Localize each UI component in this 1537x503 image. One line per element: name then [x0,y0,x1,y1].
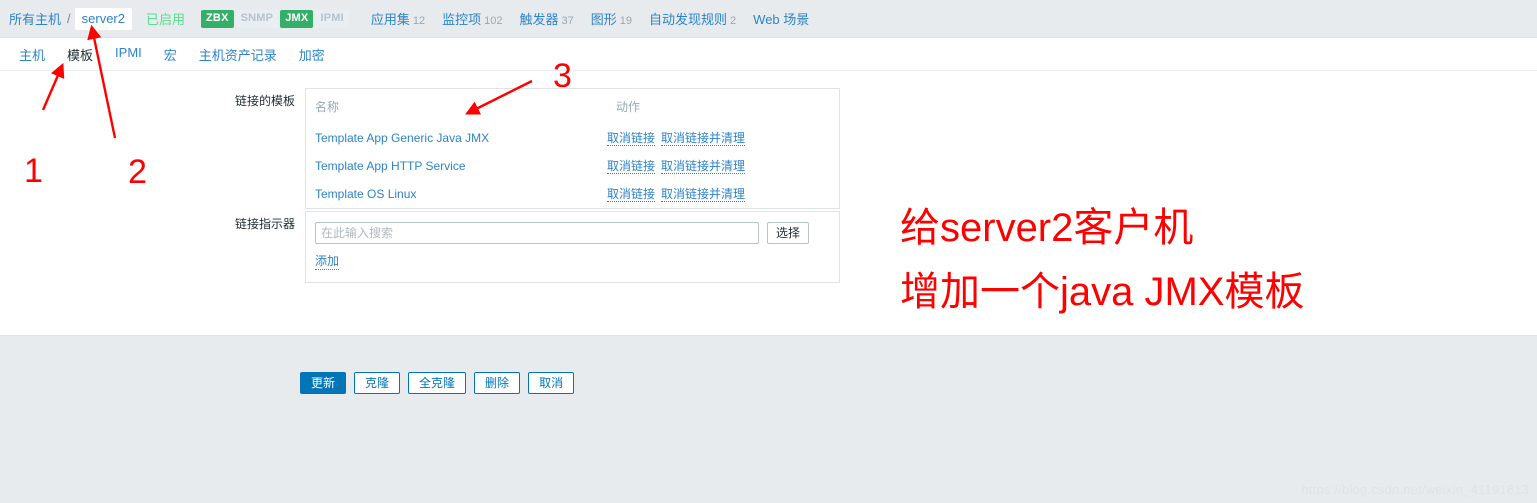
nav-items-label[interactable]: 监控项 [442,12,481,27]
tab-ipmi[interactable]: IPMI [104,38,153,69]
nav-web-scenarios-label[interactable]: Web 场景 [753,12,809,27]
template-link-generic-java-jmx[interactable]: Template App Generic Java JMX [315,131,489,145]
link-indicator-box: 选择 添加 [305,211,840,283]
linked-templates-table: 名称 动作 Template App Generic Java JMX 取消链接… [306,89,839,208]
annotation-note-line-1: 给server2客户机 [900,206,1194,250]
unlink-link[interactable]: 取消链接 [607,131,656,146]
badge-snmp[interactable]: SNMP [235,9,279,28]
delete-button[interactable]: 删除 [474,372,521,394]
tab-encryption[interactable]: 加密 [288,38,336,73]
template-actions-cell: 取消链接 取消链接并清理 [607,152,839,180]
table-row: Template App Generic Java JMX 取消链接 取消链接并清… [306,124,839,152]
template-link-os-linux[interactable]: Template OS Linux [315,187,416,201]
link-indicator-row: 链接指示器 选择 添加 [220,211,840,283]
unlink-and-clear-link[interactable]: 取消链接并清理 [661,131,746,146]
nav-graphs-count: 19 [619,15,633,27]
template-name-cell: Template App Generic Java JMX [306,124,607,152]
template-form-panel: 链接的模板 名称 动作 Template App Generic Java JM… [0,71,1537,394]
tab-macros[interactable]: 宏 [153,38,188,73]
select-button[interactable]: 选择 [767,222,809,244]
nav-discovery-rules[interactable]: 自动发现规则 2 [649,9,736,28]
column-header-action: 动作 [616,100,641,114]
badge-ipmi[interactable]: IPMI [315,9,349,28]
nav-graphs-label[interactable]: 图形 [591,12,617,27]
host-config-tabs: 主机 模板 IPMI 宏 主机资产记录 加密 [0,38,1537,74]
nav-triggers-label[interactable]: 触发器 [520,12,559,27]
linked-templates-box: 名称 动作 Template App Generic Java JMX 取消链接… [305,88,840,209]
unlink-link[interactable]: 取消链接 [607,187,656,202]
form-action-buttons: 更新 克隆 全克隆 删除 取消 [300,372,575,394]
linked-templates-label: 链接的模板 [234,94,295,108]
table-header-row: 名称 动作 [306,89,839,124]
nav-items[interactable]: 监控项 102 [442,9,502,28]
host-interface-badges: ZBX SNMP JMX IPMI [201,9,349,28]
add-link[interactable]: 添加 [315,252,340,270]
table-row: Template OS Linux 取消链接 取消链接并清理 [306,180,839,208]
nav-applications[interactable]: 应用集 12 [371,9,425,28]
host-status-badge: 已启用 [146,12,186,27]
tab-inventory[interactable]: 主机资产记录 [188,38,288,73]
unlink-and-clear-link[interactable]: 取消链接并清理 [661,187,746,202]
template-search-input[interactable] [315,222,759,244]
template-actions-cell: 取消链接 取消链接并清理 [607,180,839,208]
badge-zbx[interactable]: ZBX [201,9,234,28]
tab-host[interactable]: 主机 [8,38,56,73]
unlink-link[interactable]: 取消链接 [607,159,656,174]
update-button[interactable]: 更新 [300,372,347,394]
template-name-cell: Template OS Linux [306,180,607,208]
cancel-button[interactable]: 取消 [528,372,575,394]
full-clone-button[interactable]: 全克隆 [408,372,467,394]
table-row: Template App HTTP Service 取消链接 取消链接并清理 [306,152,839,180]
template-actions-cell: 取消链接 取消链接并清理 [607,124,839,152]
annotation-marker-2: 2 [128,153,147,191]
template-name-cell: Template App HTTP Service [306,152,607,180]
template-search-row: 选择 [306,212,839,244]
nav-applications-label[interactable]: 应用集 [371,12,410,27]
nav-items-count: 102 [484,15,503,27]
annotation-marker-1: 1 [24,152,43,190]
nav-triggers[interactable]: 触发器 37 [520,9,574,28]
linked-templates-row: 链接的模板 名称 动作 Template App Generic Java JM… [220,88,840,209]
link-indicator-label: 链接指示器 [234,217,295,231]
badge-jmx[interactable]: JMX [280,9,314,28]
unlink-and-clear-link[interactable]: 取消链接并清理 [661,159,746,174]
template-link-http-service[interactable]: Template App HTTP Service [315,159,466,173]
breadcrumb-separator: / [67,11,71,26]
host-header-bar: 所有主机 / server2 已启用 ZBX SNMP JMX IPMI 应用集… [0,0,1537,38]
nav-web-scenarios[interactable]: Web 场景 [753,9,809,28]
nav-graphs[interactable]: 图形 19 [591,9,632,28]
nav-triggers-count: 37 [561,15,574,27]
annotation-marker-3: 3 [553,57,572,95]
host-nav-links: 应用集 12 监控项 102 触发器 37 图形 19 自动发现规则 2 Web 场景 [371,9,809,28]
breadcrumb-all-hosts[interactable]: 所有主机 [6,9,64,28]
nav-applications-count: 12 [412,15,426,27]
breadcrumb-current-host[interactable]: server2 [74,7,132,30]
nav-discovery-rules-label[interactable]: 自动发现规则 [649,12,727,27]
watermark: https://blog.csdn.net/weixin_41191813 [1301,482,1529,497]
clone-button[interactable]: 克隆 [354,372,401,394]
nav-discovery-rules-count: 2 [730,15,737,27]
annotation-note-line-2: 增加一个java JMX模板 [900,270,1305,314]
tab-templates[interactable]: 模板 [56,38,104,74]
